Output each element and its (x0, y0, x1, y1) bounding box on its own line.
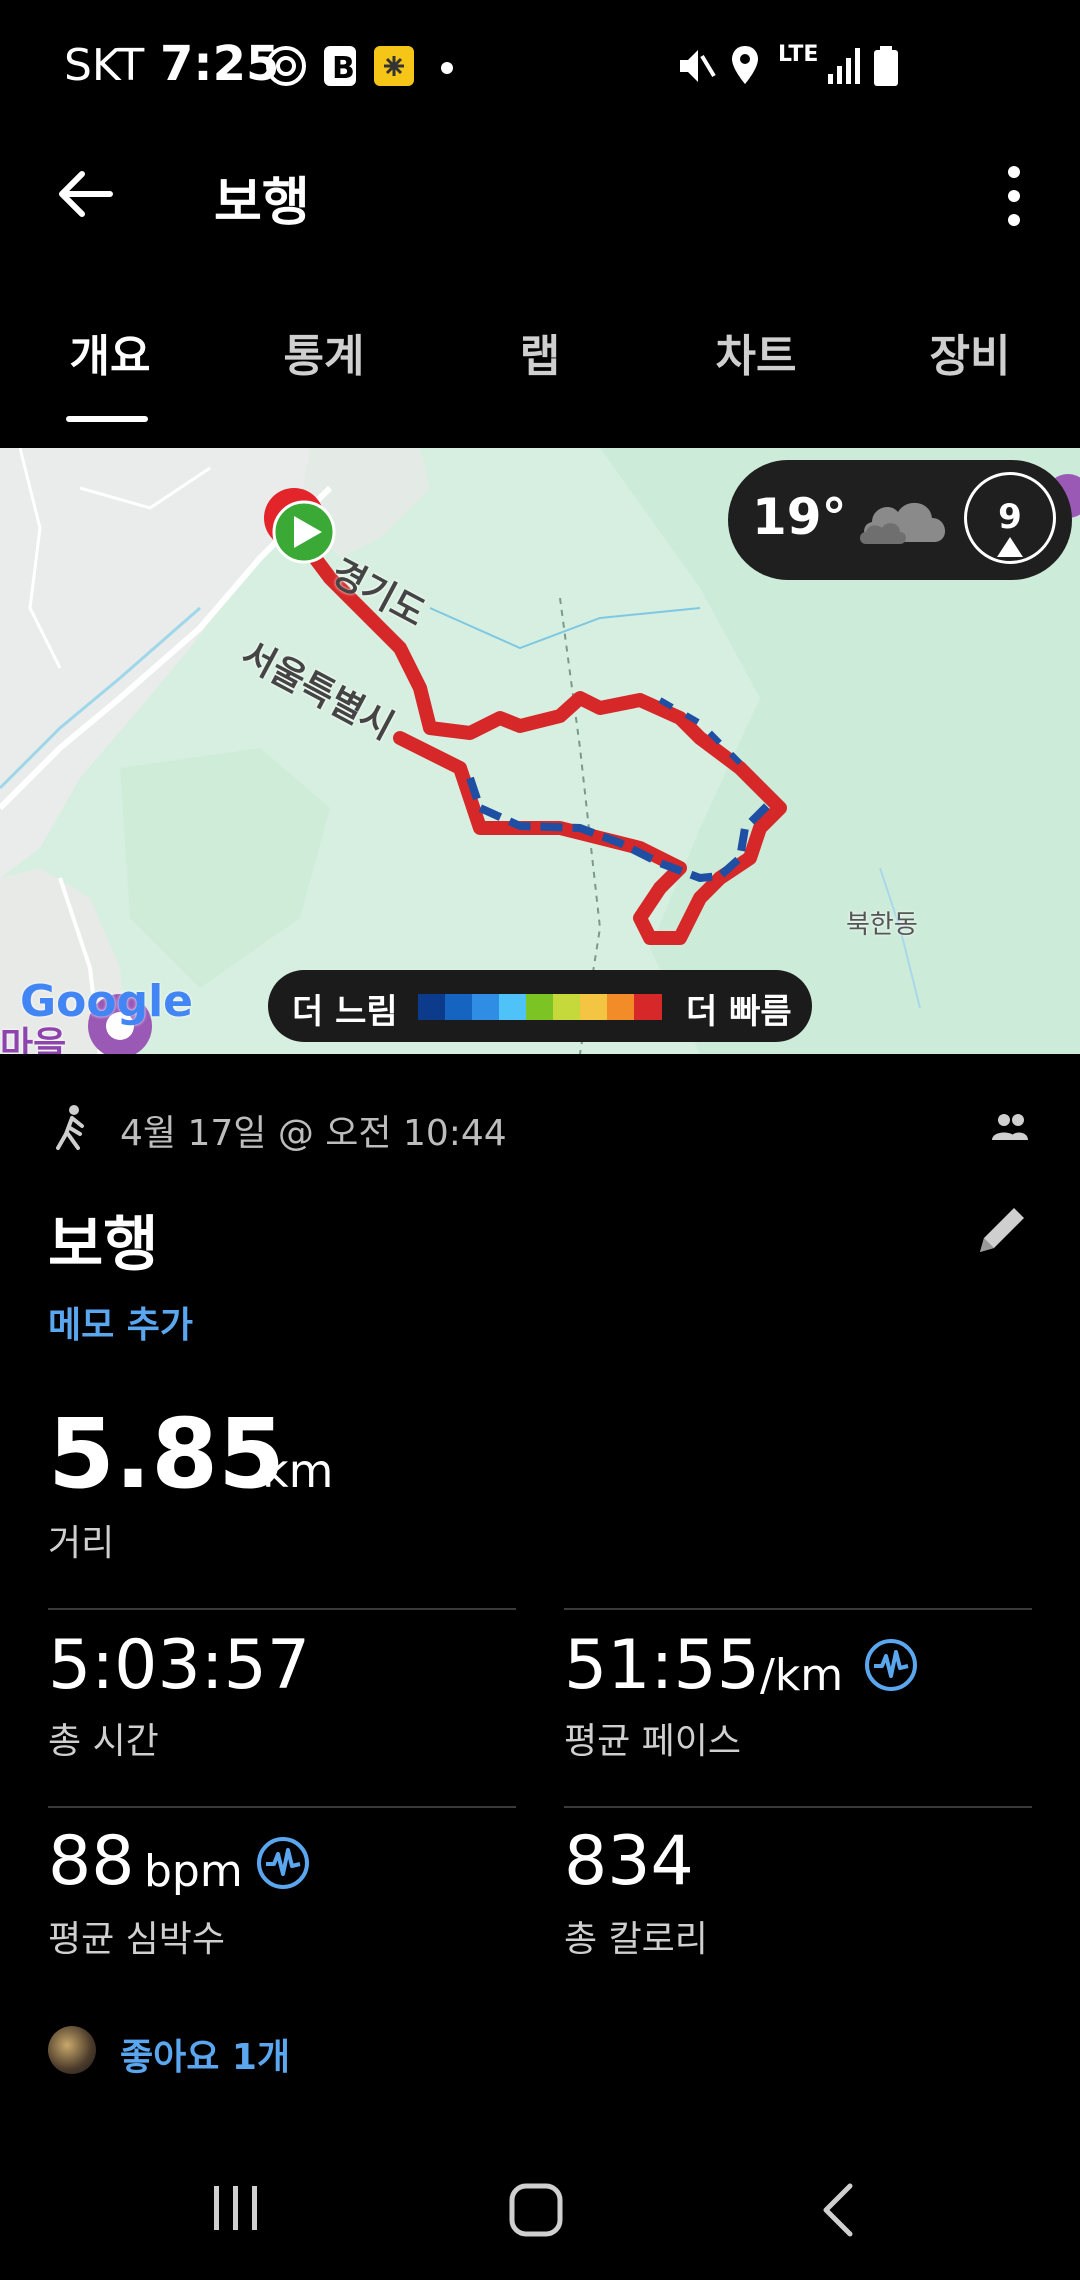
map-label-village: 마을 (0, 1025, 67, 1054)
legend-fast-label: 더 빠름 (686, 992, 792, 1032)
avg-heart-rate-label: 평균 심박수 (48, 1919, 226, 1960)
activity-datetime: 4월 17일 @ 오전 10:44 (120, 1113, 507, 1154)
divider (564, 1806, 1032, 1808)
cloud-icon (860, 502, 946, 544)
add-memo-link[interactable]: 메모 추가 (48, 1296, 193, 1348)
calories-value: 834 (564, 1822, 694, 1901)
pace-gradient-bar (418, 994, 662, 1020)
active-tab-indicator (66, 416, 148, 422)
tab-charts[interactable]: 차트 (686, 320, 826, 384)
activity-title: 보행 (48, 1210, 159, 1280)
map-label-bukhan-dong: 북한동 (846, 910, 918, 940)
distance-label: 거리 (48, 1523, 115, 1564)
recent-apps-icon[interactable] (210, 2182, 262, 2234)
calories-label: 총 칼로리 (564, 1919, 708, 1960)
group-icon[interactable] (990, 1112, 1030, 1142)
kb-bank-icon (374, 46, 414, 86)
at-sign-icon (266, 46, 306, 86)
battery-icon (874, 46, 898, 86)
signal-icon (828, 48, 860, 84)
carrier-label: SKT (64, 40, 145, 91)
tab-laps[interactable]: 랩 (470, 320, 610, 384)
mute-icon (680, 50, 716, 82)
wind-speed: 9 (998, 497, 1022, 537)
walking-icon (56, 1105, 84, 1150)
svg-text:B: B (332, 51, 355, 86)
location-icon (732, 46, 758, 84)
network-type-label: LTE (778, 42, 819, 67)
tab-overview[interactable]: 개요 (40, 320, 180, 384)
heart-rate-graph-icon[interactable] (256, 1836, 310, 1890)
likes-link[interactable]: 좋아요 1개 (120, 2028, 290, 2080)
home-icon[interactable] (508, 2182, 564, 2238)
divider (48, 1608, 516, 1610)
avatar[interactable] (48, 2026, 96, 2074)
distance-unit: km (262, 1444, 334, 1498)
total-time-value: 5:03:57 (48, 1626, 311, 1705)
distance-value: 5.85 (48, 1398, 285, 1510)
divider (48, 1806, 516, 1808)
wind-direction-icon (997, 537, 1023, 557)
avg-heart-rate-unit: bpm (144, 1846, 243, 1897)
avg-pace-value: 51:55 (564, 1626, 760, 1705)
status-bar: SKT 7:25 B LTE (0, 0, 1080, 140)
b-app-icon: B (324, 46, 356, 86)
divider (564, 1608, 1032, 1610)
clock: 7:25 (160, 36, 280, 92)
system-nav-bar (0, 2140, 1080, 2280)
wind-indicator: 9 (964, 472, 1056, 564)
pace-graph-icon[interactable] (864, 1638, 918, 1692)
temperature: 19° (752, 488, 847, 546)
avg-pace-label: 평균 페이스 (564, 1721, 742, 1762)
avg-pace-unit: /km (760, 1650, 844, 1701)
tab-equipment[interactable]: 장비 (900, 320, 1040, 384)
avg-heart-rate-value: 88 (48, 1822, 135, 1901)
tab-stats[interactable]: 통계 (254, 320, 394, 384)
legend-slow-label: 더 느림 (292, 992, 398, 1032)
page-title: 보행 (214, 173, 310, 233)
weather-widget: 19° 9 (728, 460, 1072, 580)
edit-pencil-icon[interactable] (974, 1202, 1030, 1258)
back-nav-icon[interactable] (818, 2182, 858, 2238)
more-notifications-dot-icon (441, 62, 453, 74)
back-arrow-icon[interactable] (52, 160, 120, 228)
more-options-icon[interactable] (994, 164, 1034, 228)
total-time-label: 총 시간 (48, 1721, 159, 1762)
